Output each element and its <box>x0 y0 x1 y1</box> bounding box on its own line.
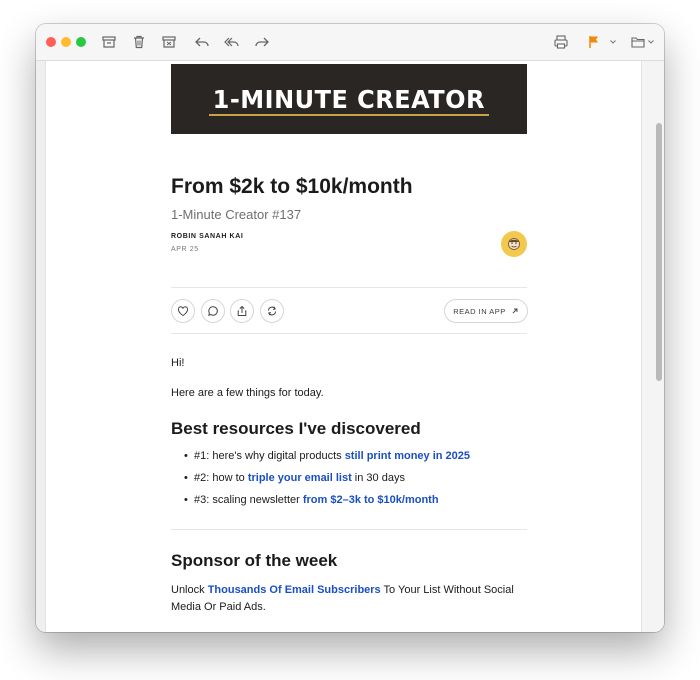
newsletter-banner[interactable]: 1-MINUTE CREATOR <box>171 64 527 134</box>
junk-icon <box>162 36 176 48</box>
read-in-app-button[interactable]: READ IN APP <box>444 299 528 323</box>
post-subtitle: 1-Minute Creator #137 <box>171 207 302 222</box>
post-date: APR 25 <box>171 246 199 253</box>
left-gutter <box>36 61 46 632</box>
list-item: #1: here's why digital products still pr… <box>184 450 470 462</box>
scrollbar-thumb[interactable] <box>656 123 662 381</box>
list-item-text: #3: scaling newsletter <box>194 494 303 506</box>
minimize-window-button[interactable] <box>61 37 71 47</box>
flag-icon <box>589 36 598 48</box>
greeting-text: Hi! <box>171 357 185 369</box>
share-button[interactable] <box>230 299 254 323</box>
archive-button[interactable] <box>98 32 120 52</box>
list-item-text: in 30 days <box>351 472 405 484</box>
reply-button[interactable] <box>191 32 213 52</box>
archive-icon <box>102 36 116 48</box>
print-button[interactable] <box>550 32 572 52</box>
list-item: #3: scaling newsletter from $2–3k to $10… <box>184 494 439 506</box>
divider <box>171 287 527 288</box>
message-content: 1-MINUTE CREATOR From $2k to $10k/month … <box>36 61 664 632</box>
junk-button[interactable] <box>158 32 180 52</box>
divider <box>171 529 527 530</box>
avatar-face-icon <box>508 238 520 250</box>
resource-link[interactable]: from $2–3k to $10k/month <box>303 494 439 506</box>
flag-button[interactable] <box>583 32 605 52</box>
divider <box>171 333 527 334</box>
trash-icon <box>134 35 144 49</box>
sponsor-heading: Sponsor of the week <box>171 551 338 570</box>
arrow-up-right-icon <box>512 308 518 314</box>
resources-heading: Best resources I've discovered <box>171 419 421 438</box>
zoom-window-button[interactable] <box>76 37 86 47</box>
restack-button[interactable] <box>260 299 284 323</box>
comment-icon <box>208 306 218 316</box>
restack-icon <box>268 306 276 316</box>
sponsor-link[interactable]: Thousands Of Email Subscribers <box>208 584 381 596</box>
close-window-button[interactable] <box>46 37 56 47</box>
post-title[interactable]: From $2k to $10k/month <box>171 175 413 199</box>
move-button[interactable] <box>627 32 649 52</box>
sponsor-paragraph: Unlock Thousands Of Email Subscribers To… <box>171 582 527 616</box>
forward-button[interactable] <box>251 32 273 52</box>
like-button[interactable] <box>171 299 195 323</box>
reply-all-button[interactable] <box>221 32 243 52</box>
delete-button[interactable] <box>128 32 150 52</box>
share-icon <box>237 305 247 316</box>
heart-icon <box>177 306 189 317</box>
author-name[interactable]: ROBIN SANAH KAI <box>171 233 243 240</box>
print-icon <box>554 35 568 49</box>
resource-link[interactable]: still print money in 2025 <box>345 450 470 462</box>
move-folder-icon <box>631 37 645 48</box>
banner-logo-text: 1-MINUTE CREATOR <box>212 84 486 114</box>
intro-text: Here are a few things for today. <box>171 387 324 399</box>
sponsor-text: Unlock <box>171 584 208 596</box>
flag-menu-chevron-icon[interactable] <box>609 38 617 46</box>
read-in-app-label: READ IN APP <box>453 306 506 316</box>
move-menu-chevron-icon[interactable] <box>647 38 655 46</box>
comment-button[interactable] <box>201 299 225 323</box>
resource-link[interactable]: triple your email list <box>248 472 352 484</box>
list-item-text: #2: how to <box>194 472 248 484</box>
forward-icon <box>255 37 269 47</box>
reply-icon <box>195 37 209 47</box>
author-avatar[interactable] <box>501 231 527 257</box>
reply-all-icon <box>224 37 239 47</box>
mail-window: 1-MINUTE CREATOR From $2k to $10k/month … <box>36 24 664 632</box>
list-item: #2: how to triple your email list in 30 … <box>184 472 405 484</box>
toolbar <box>36 24 664 61</box>
list-item-text: #1: here's why digital products <box>194 450 345 462</box>
banner-underline <box>209 114 489 116</box>
